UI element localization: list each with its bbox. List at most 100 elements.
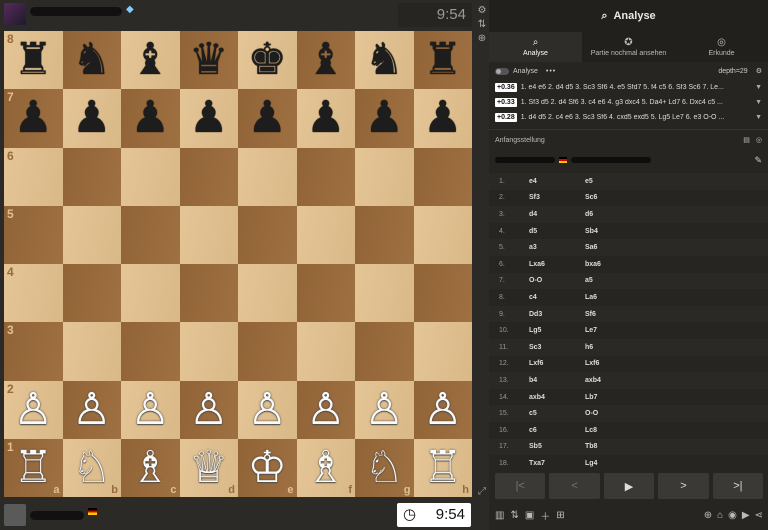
board-square[interactable]: ♟ (355, 89, 414, 148)
board-square[interactable] (179, 322, 238, 381)
tab-review[interactable]: ✪ Partie nochmal ansehen (582, 32, 675, 62)
engine-line[interactable]: +0.28 1. d4 d5 2. c4 e6 3. Sc3 Sf6 4. cx… (489, 110, 768, 125)
chess-piece[interactable]: ♟ (248, 96, 287, 140)
edit-icon[interactable]: ✎ (754, 155, 762, 166)
board-square[interactable]: 4 (4, 264, 63, 323)
chess-piece[interactable]: ♙ (14, 387, 53, 432)
board-square[interactable] (179, 264, 238, 323)
chess-piece[interactable]: ♜ (14, 38, 53, 82)
board-square[interactable]: e ♔ (238, 438, 297, 497)
chess-piece[interactable]: ♔ (248, 445, 287, 490)
chess-piece[interactable]: ♖ (423, 445, 462, 490)
black-move[interactable]: O-O (585, 410, 645, 417)
black-move[interactable]: Lxf6 (585, 360, 645, 367)
white-move[interactable]: Txa7 (529, 460, 585, 467)
board-square[interactable]: 1 a ♖ (4, 438, 63, 497)
chess-piece[interactable]: ♙ (131, 387, 170, 432)
board-square[interactable]: g ♘ (355, 438, 414, 497)
bottom-player-name-redacted[interactable] (30, 511, 84, 520)
board-square[interactable]: ♟ (413, 89, 472, 148)
chess-piece[interactable]: ♞ (72, 38, 111, 82)
first-move-button[interactable]: |< (495, 473, 546, 499)
black-move[interactable]: Sf6 (585, 311, 645, 318)
white-move[interactable]: d5 (529, 228, 585, 235)
white-move[interactable]: Lxf6 (529, 360, 585, 367)
chess-piece[interactable]: ♙ (72, 387, 111, 432)
chess-piece[interactable]: ♟ (306, 96, 345, 140)
white-move[interactable]: a3 (529, 244, 585, 251)
board-square[interactable] (355, 322, 414, 381)
more-options-icon[interactable]: ••• (546, 68, 556, 75)
bottom-player-avatar[interactable] (4, 504, 26, 526)
white-move[interactable]: e4 (529, 178, 585, 185)
board-square[interactable]: ♙ (413, 380, 472, 439)
previous-move-button[interactable]: < (549, 473, 600, 499)
board-square[interactable]: b ♘ (62, 438, 121, 497)
board-square[interactable]: ♙ (238, 380, 297, 439)
board-square[interactable] (413, 264, 472, 323)
share-icon[interactable]: ⋖ (755, 510, 763, 521)
engine-toggle[interactable] (495, 67, 509, 75)
chess-piece[interactable]: ♙ (306, 387, 345, 432)
black-move[interactable]: Tb8 (585, 443, 645, 450)
target-icon[interactable]: ◉ (728, 510, 737, 521)
board-square[interactable] (413, 147, 472, 206)
board-square[interactable]: ♟ (179, 89, 238, 148)
board-square[interactable]: ♙ (179, 380, 238, 439)
engine-line[interactable]: +0.33 1. Sf3 d5 2. d4 Sf6 3. c4 e6 4. g3… (489, 95, 768, 110)
analysis-icon[interactable]: ⊕ (476, 32, 488, 46)
white-move[interactable]: Sf3 (529, 194, 585, 201)
board-square[interactable] (121, 147, 180, 206)
black-move[interactable]: Sc6 (585, 194, 645, 201)
chess-piece[interactable]: ♙ (248, 387, 287, 432)
board-square[interactable]: ♝ (121, 31, 180, 90)
board-square[interactable]: ♛ (179, 31, 238, 90)
black-move[interactable]: Lg4 (585, 460, 645, 467)
board-square[interactable]: ♝ (296, 31, 355, 90)
last-move-button[interactable]: >| (712, 473, 764, 499)
chess-piece[interactable]: ♙ (189, 387, 228, 432)
book-icon[interactable]: ▤ (743, 136, 750, 144)
board-square[interactable]: ♟ (121, 89, 180, 148)
chess-piece[interactable]: ♚ (248, 38, 287, 82)
board-square[interactable]: ♞ (355, 31, 414, 90)
tab-explore[interactable]: ◎ Erkunde (675, 32, 768, 62)
board-square[interactable] (296, 205, 355, 264)
chess-piece[interactable]: ♟ (423, 96, 462, 140)
chess-piece[interactable]: ♛ (189, 38, 228, 82)
chess-piece[interactable]: ♟ (365, 96, 404, 140)
chess-piece[interactable]: ♝ (306, 38, 345, 82)
board-square[interactable]: ♙ (62, 380, 121, 439)
board-square[interactable]: 2 ♙ (4, 380, 63, 439)
board-square[interactable]: d ♕ (179, 438, 238, 497)
board-square[interactable]: 3 (4, 322, 63, 381)
board-square[interactable] (62, 205, 121, 264)
chess-piece[interactable]: ♟ (72, 96, 111, 140)
chess-piece[interactable]: ♙ (423, 387, 462, 432)
chess-piece[interactable]: ♙ (365, 387, 404, 432)
chess-piece[interactable]: ♟ (14, 96, 53, 140)
board-square[interactable]: ♞ (62, 31, 121, 90)
settings-icon[interactable]: ⚙ (476, 4, 488, 18)
gear-icon[interactable]: ⚙ (756, 67, 762, 75)
board-square[interactable]: 7 ♟ (4, 89, 63, 148)
board-square[interactable]: ♚ (238, 31, 297, 90)
white-move[interactable]: b4 (529, 377, 585, 384)
white-move[interactable]: O-O (529, 277, 585, 284)
black-move[interactable]: d6 (585, 211, 645, 218)
black-move[interactable]: La6 (585, 294, 645, 301)
board-square[interactable] (62, 322, 121, 381)
board-square[interactable] (179, 147, 238, 206)
board-square[interactable]: ♙ (121, 380, 180, 439)
board-square[interactable] (296, 322, 355, 381)
chess-board[interactable]: 8 ♜ ♞ ♝ ♛ ♚ ♝ ♞ ♜ 7 ♟ ♟ ♟ ♟ ♟ ♟ ♟ ♟ 6 5 4 3 2 ♙ ♙ ♙ ♙ ♙ ♙ ♙ ♙ 1 a ♖ b ♘ c ♗ d ♕… (4, 31, 472, 497)
board-square[interactable] (121, 322, 180, 381)
chevron-down-icon[interactable]: ▼ (755, 99, 762, 106)
white-move[interactable]: c4 (529, 294, 585, 301)
board-square[interactable]: c ♗ (121, 438, 180, 497)
board-square[interactable]: 6 (4, 147, 63, 206)
black-move[interactable]: Lb7 (585, 394, 645, 401)
white-move[interactable]: Lg5 (529, 327, 585, 334)
white-move[interactable]: Dd3 (529, 311, 585, 318)
board-square[interactable]: h ♖ (413, 438, 472, 497)
